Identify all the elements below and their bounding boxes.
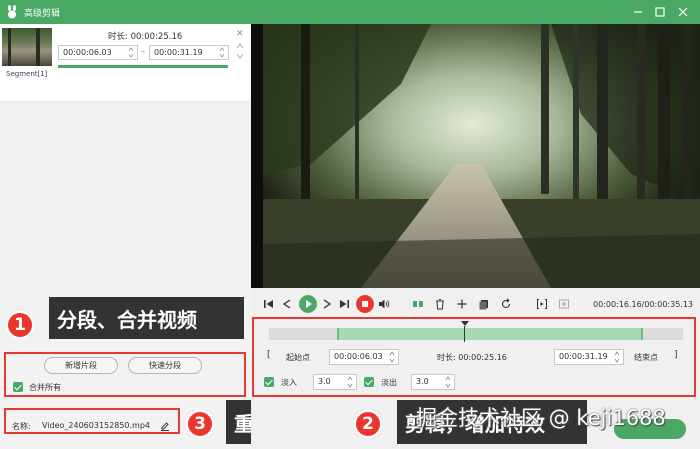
trim-start-value: 00:00:06.03	[334, 352, 383, 361]
trim-end-field[interactable]: 00:00:31.19	[554, 349, 624, 365]
merge-all-label: 合并所有	[29, 383, 61, 392]
fade-in-label: 淡入	[281, 378, 297, 387]
segment-duration: 时长: 00:00:25.16	[108, 32, 183, 42]
new-segment-button[interactable]: 新增片段	[44, 357, 118, 374]
set-start-button[interactable]: 起始点	[286, 352, 310, 363]
callout-badge-3: 3	[186, 410, 214, 438]
minimize-icon[interactable]	[630, 4, 646, 20]
spinner-icon[interactable]	[128, 47, 134, 58]
playhead-line	[464, 326, 465, 342]
segment-label: Segment[1]	[6, 70, 48, 78]
trim-duration: 时长: 00:00:25.16	[437, 353, 507, 362]
spinner-icon[interactable]	[389, 351, 395, 363]
segment-start-value: 00:00:06.03	[63, 48, 112, 57]
file-name-label: 名称:	[12, 422, 31, 431]
edit-icon[interactable]	[160, 421, 170, 431]
reset-icon[interactable]	[500, 298, 512, 310]
fade-out-field[interactable]: 3.0	[411, 374, 455, 390]
segment-close-icon[interactable]: ✕	[236, 29, 244, 39]
step-forward-icon[interactable]	[321, 298, 333, 310]
spinner-icon[interactable]	[445, 376, 451, 388]
bracket-left: [	[267, 350, 271, 360]
step-back-icon[interactable]	[281, 298, 293, 310]
add-icon[interactable]	[456, 298, 468, 310]
volume-icon[interactable]	[378, 298, 390, 310]
close-icon[interactable]	[675, 4, 691, 20]
delete-icon[interactable]	[434, 298, 446, 310]
play-icon[interactable]	[299, 295, 317, 313]
watermark-text: 掘金技术社区 @ keji1688	[416, 406, 666, 430]
spinner-icon[interactable]	[219, 47, 225, 58]
range-separator: –	[141, 47, 145, 56]
trim-end-value: 00:00:31.19	[559, 352, 608, 361]
segment-card[interactable]: Segment[1] 时长: 00:00:25.16 00:00:06.03 –…	[0, 24, 250, 102]
segment-panel: Segment[1] 时长: 00:00:25.16 00:00:06.03 –…	[0, 24, 250, 449]
spinner-icon[interactable]	[614, 351, 620, 363]
trim-start-field[interactable]: 00:00:06.03	[329, 349, 399, 365]
file-name-value[interactable]: Video_240603152850.mp4	[42, 421, 150, 430]
bracket-right: ]	[674, 350, 678, 360]
title-bar: 高级剪辑	[0, 0, 700, 24]
fade-in-value: 3.0	[318, 377, 331, 386]
segment-end-field[interactable]: 00:00:31.19	[149, 45, 229, 60]
fade-out-label: 淡出	[381, 378, 397, 387]
copy-icon[interactable]	[478, 298, 490, 310]
fade-in-checkbox[interactable]	[264, 377, 274, 387]
segment-start-field[interactable]: 00:00:06.03	[58, 45, 138, 60]
segment-end-value: 00:00:31.19	[154, 48, 203, 57]
spinner-icon[interactable]	[347, 376, 353, 388]
fade-in-field[interactable]: 3.0	[313, 374, 357, 390]
maximize-icon[interactable]	[652, 4, 668, 20]
video-frame	[251, 24, 700, 288]
merge-all-checkbox[interactable]	[13, 382, 23, 392]
playhead-marker[interactable]	[461, 321, 469, 326]
fade-out-checkbox[interactable]	[364, 377, 374, 387]
skip-start-icon[interactable]	[263, 298, 275, 310]
playback-timecode: 00:00:16.16/00:00:35.13	[593, 300, 693, 309]
split-icon[interactable]	[412, 298, 424, 310]
snapshot-icon[interactable]	[558, 298, 570, 310]
callout-badge-1: 1	[6, 311, 34, 339]
skip-end-icon[interactable]	[338, 298, 350, 310]
stop-icon[interactable]	[356, 295, 374, 313]
segment-progress	[58, 65, 228, 68]
bracket-in-icon[interactable]	[536, 298, 548, 310]
fade-out-value: 3.0	[416, 377, 429, 386]
segment-thumbnail	[2, 28, 52, 66]
video-preview[interactable]	[251, 24, 700, 288]
set-end-button[interactable]: 结束点	[634, 352, 658, 363]
app-logo-icon	[7, 5, 17, 19]
quick-split-button[interactable]: 快速分段	[128, 357, 202, 374]
callout-badge-2: 2	[354, 410, 382, 438]
reorder-arrows-icon[interactable]	[236, 41, 244, 61]
window-title: 高级剪辑	[24, 9, 61, 19]
trim-selection[interactable]	[337, 328, 643, 340]
callout-1: 分段、合并视频	[49, 297, 244, 339]
